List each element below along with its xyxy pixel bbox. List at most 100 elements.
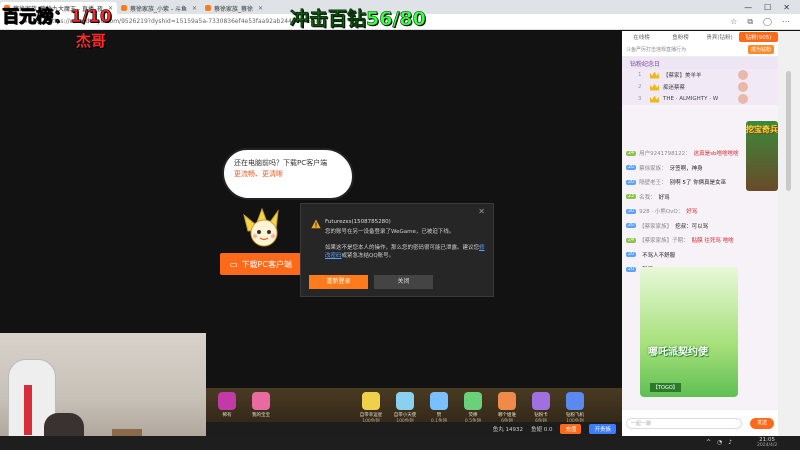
bubble-text-line1: 还在电脑前吗？下载PC客户端 xyxy=(234,159,328,167)
douyu-favicon-icon xyxy=(205,5,212,11)
chat-message[interactable]: 20 不骂人不舒服 xyxy=(622,248,778,263)
gift-item[interactable]: 自带幸运星 100鱼翅 xyxy=(356,392,386,424)
chat-message[interactable]: 24 【蔡家家族】子期： 贴膜 往死骂 啥啥 xyxy=(622,233,778,248)
tab-label: 蔡徐家族_蔡徐 xyxy=(214,5,254,13)
chat-text: 牙签啊，神身 xyxy=(669,165,703,172)
overlay-rank-text: 百元榜：1/10 xyxy=(2,7,112,28)
download-client-button[interactable]: ▭ 下载PC客户端 xyxy=(220,253,302,275)
star-icon[interactable]: ☆ xyxy=(730,17,737,27)
close-tab-icon[interactable]: ✕ xyxy=(192,5,197,12)
wegame-offline-dialog: ✕ Futurezxs(1508785280) 您的账号在另一设备登录了WeGa… xyxy=(300,203,494,297)
chat-input[interactable]: 一起一聊 xyxy=(626,418,742,429)
relogin-button[interactable]: 重新登录 xyxy=(309,275,368,289)
gift-item[interactable]: 稀有 xyxy=(212,392,242,418)
close-icon[interactable]: ✕ xyxy=(478,208,485,216)
gift-item[interactable]: 荧棒 0.5鱼翅 xyxy=(458,392,488,424)
tray-icons: ^ ◔ ♪ xyxy=(706,439,732,446)
chat-text: 贴膜 往死骂 啥啥 xyxy=(691,238,734,245)
gift-item[interactable]: 钻粉卡 6鱼翅 xyxy=(526,392,556,424)
chat-text: 这真是sb啥啥啥啥 xyxy=(693,151,739,158)
chat-username[interactable]: 【蔡家家族】 xyxy=(639,222,672,230)
gift-item[interactable]: 我的宝宝 xyxy=(246,392,276,418)
gift-item[interactable]: 钻粉飞机 100鱼翅 xyxy=(560,392,590,424)
treasure-title: 挖宝奇兵 xyxy=(746,125,778,134)
send-button[interactable]: 发送 xyxy=(750,418,774,429)
browser-tab[interactable]: 蔡徐家族_小紫 - 斗鱼 ✕ xyxy=(117,2,201,14)
gift-name: 我的宝宝 xyxy=(252,413,270,418)
tab-diamond-fans[interactable]: 钻粉(905) xyxy=(739,32,778,42)
download-client-label: 下载PC客户端 xyxy=(241,259,292,269)
promo-title: 哪吒派契约使 xyxy=(648,347,708,358)
crown-icon xyxy=(650,83,659,91)
warning-icon xyxy=(311,219,321,229)
chat-username[interactable]: 名我： xyxy=(639,193,656,201)
volume-icon[interactable]: ♪ xyxy=(728,439,732,446)
rank-row[interactable]: 1 【蔡家】美羊羊 xyxy=(622,69,778,81)
rank-number: 3 xyxy=(638,96,642,102)
rank-row[interactable]: 3 THE · ALMIGHTY · W xyxy=(622,93,778,105)
dialog-message-pre: 如果这不是您本人的操作，那么您的密码很可能已泄露。建议您 xyxy=(325,245,480,251)
douyu-favicon-icon xyxy=(121,5,128,11)
monitor-icon: ▭ xyxy=(230,259,238,269)
menu-icon[interactable]: ⋯ xyxy=(782,17,790,27)
tab-vip[interactable]: 贵宾(钻粉) xyxy=(700,33,739,41)
crown-icon xyxy=(650,71,659,79)
chat-text: 好骂 xyxy=(686,209,698,216)
rank-user: 痴迷蔡蔡 xyxy=(663,85,686,91)
treasure-hunt-banner[interactable]: 挖宝奇兵 xyxy=(746,121,778,191)
yuchi-balance: 鱼翅 0.0 xyxy=(530,427,553,433)
noble-button[interactable]: 开贵族 xyxy=(589,424,616,434)
gift-item[interactable]: 赞 0.1鱼翅 xyxy=(424,392,454,424)
yuwan-balance: 鱼丸 14932 xyxy=(492,427,523,433)
maximize-icon[interactable]: ☐ xyxy=(764,3,771,12)
chat-message[interactable]: 20 928 · 小熊OvO： 好骂 xyxy=(622,204,778,219)
mascot-icon xyxy=(243,207,279,247)
gift-icon xyxy=(396,392,414,410)
network-icon[interactable]: ◔ xyxy=(717,439,722,446)
chat-username[interactable]: 用户9241798122： xyxy=(639,149,691,157)
scrollbar-thumb[interactable] xyxy=(786,71,791,191)
close-window-icon[interactable]: ✕ xyxy=(783,3,790,12)
rank-tabs: 在线榜 鱼粉榜 贵宾(钻粉) 钻粉(905) xyxy=(622,31,778,43)
dialog-close-button[interactable]: 关闭 xyxy=(374,275,433,289)
extensions-icon[interactable]: ⧉ xyxy=(747,17,753,27)
browser-toolbar-right: ☆ ⧉ ◯ ⋯ xyxy=(730,17,800,27)
chat-username[interactable]: 928 · 小熊OvO： xyxy=(639,207,683,215)
chat-username[interactable]: 蔡徐家族： xyxy=(639,164,667,172)
chat-input-area: 一起一聊 发送 xyxy=(622,409,778,436)
chat-username[interactable]: 隔壁老王： xyxy=(639,178,667,186)
dialog-message-post: 或紧急冻结QQ账号。 xyxy=(341,253,395,259)
page-scrollbar[interactable] xyxy=(778,31,800,436)
rank-number: 1 xyxy=(638,72,642,78)
browser-tab[interactable]: 蔡徐家族_蔡徐 ✕ xyxy=(201,2,267,14)
chat-username[interactable]: 【蔡家家族】子期： xyxy=(639,236,689,244)
avatar xyxy=(738,70,748,80)
close-tab-icon[interactable]: ✕ xyxy=(258,5,263,12)
chat-message[interactable]: 23 名我： 好骂 xyxy=(622,190,778,205)
gift-icon xyxy=(218,392,236,410)
chat-message[interactable]: 20 【蔡家家族】 挖叔：可以骂 xyxy=(622,219,778,234)
gift-item[interactable]: 自带小天使 100鱼翅 xyxy=(390,392,420,424)
download-tip-bubble: 还在电脑前吗？下载PC客户端 更流畅、更清晰 xyxy=(222,148,354,200)
level-badge: 23 xyxy=(626,194,637,200)
tab-online-rank[interactable]: 在线榜 xyxy=(622,33,661,41)
rank-user: THE · ALMIGHTY · W xyxy=(663,96,719,102)
gift-icon xyxy=(566,392,584,410)
minimize-icon[interactable]: — xyxy=(744,3,752,12)
gift-icon xyxy=(252,392,270,410)
chevron-up-icon[interactable]: ^ xyxy=(706,439,711,446)
notice-bar: 斗鱼严厉打击违规直播行为 成为钻粉 xyxy=(622,43,778,57)
become-fan-button[interactable]: 成为钻粉 xyxy=(747,45,774,54)
rank-row[interactable]: 2 痴迷蔡蔡 xyxy=(622,81,778,93)
promo-banner[interactable]: 哪吒派契约使 【TOGO】 xyxy=(640,267,738,397)
tab-fans-rank[interactable]: 鱼粉榜 xyxy=(661,33,700,41)
wallet-bar: 鱼丸 14932 鱼翅 0.0 充值 开贵族 xyxy=(206,422,622,436)
promo-tag: 【TOGO】 xyxy=(650,383,681,392)
taskbar: ^ ◔ ♪ 21:05 2024/4/2 xyxy=(0,436,800,450)
profile-icon[interactable]: ◯ xyxy=(763,17,772,27)
charge-button[interactable]: 充值 xyxy=(560,424,582,434)
clock[interactable]: 21:05 2024/4/2 xyxy=(757,437,777,449)
level-badge: 24 xyxy=(626,237,637,243)
gift-item[interactable]: 哪个姐谁 6鱼翅 xyxy=(492,392,522,424)
window-controls: — ☐ ✕ xyxy=(744,3,800,12)
